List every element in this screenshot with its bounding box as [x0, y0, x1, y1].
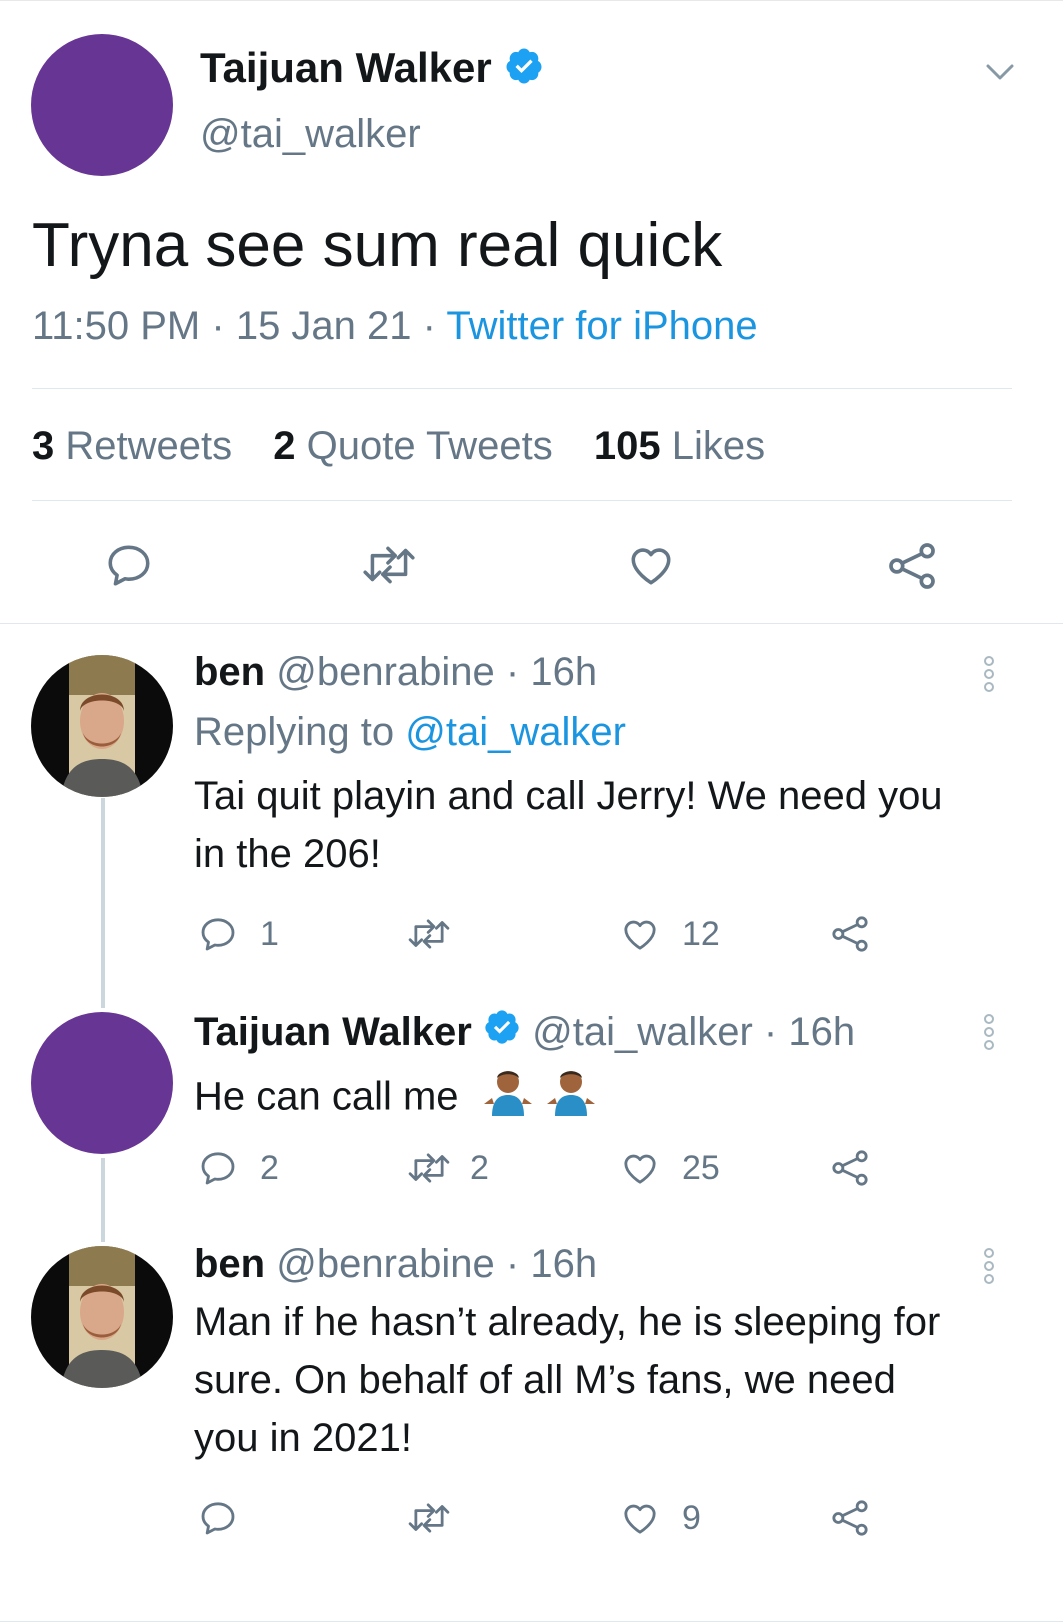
verified-badge-icon — [504, 46, 544, 91]
retweet-icon[interactable] — [406, 1498, 452, 1538]
retweet-icon[interactable] — [406, 1148, 452, 1188]
tweet-text: Tryna see sum real quick — [32, 211, 723, 280]
share-icon[interactable] — [830, 1498, 870, 1538]
reply-text-line: in the 206! — [194, 832, 381, 876]
reply-time[interactable]: · 16h — [506, 650, 597, 694]
tweet-time[interactable]: 11:50 PM — [32, 304, 200, 348]
retweets-stat[interactable]: 3 Retweets — [32, 424, 232, 468]
likes-count: 105 — [593, 424, 661, 468]
like-count: 12 — [682, 915, 720, 953]
shrug-emoji-icon — [545, 1066, 597, 1128]
user-photo — [61, 1246, 143, 1388]
retweets-count: 3 — [32, 424, 55, 468]
reply-time[interactable]: · 16h — [764, 1010, 855, 1054]
share-icon[interactable] — [830, 1148, 870, 1188]
quotes-label: Quote Tweets — [306, 424, 553, 468]
reply-text: He can call me — [194, 1066, 597, 1128]
like-icon[interactable] — [626, 540, 676, 590]
tweet-date[interactable]: 15 Jan 21 — [236, 304, 412, 348]
more-vertical-icon[interactable] — [984, 656, 998, 695]
tweet-source-link[interactable]: Twitter for iPhone — [446, 304, 757, 348]
likes-stat[interactable]: 105 Likes — [594, 424, 765, 468]
author-handle[interactable]: @benrabine — [276, 1242, 495, 1286]
reply-time[interactable]: · 16h — [506, 1242, 597, 1286]
share-icon[interactable] — [886, 540, 938, 592]
reply-header: Taijuan Walker @tai_walker · 16h — [194, 1008, 855, 1056]
reply-text-line: Tai quit playin and call Jerry! We need … — [194, 774, 943, 818]
share-icon[interactable] — [830, 914, 870, 954]
reply-icon[interactable] — [198, 1148, 238, 1188]
quotes-stat[interactable]: 2 Quote Tweets — [273, 424, 552, 468]
thread-connector — [101, 798, 105, 1008]
replying-to-handle[interactable]: @tai_walker — [405, 710, 626, 754]
likes-label: Likes — [671, 424, 766, 468]
chevron-down-icon[interactable] — [984, 56, 1016, 88]
author-handle[interactable]: @tai_walker — [532, 1010, 753, 1054]
avatar[interactable] — [31, 1012, 173, 1154]
meta-separator: · — [211, 304, 225, 348]
shrug-emoji-icon — [482, 1066, 534, 1128]
avatar[interactable] — [31, 34, 173, 176]
reply-header: ben @benrabine · 16h — [194, 1242, 597, 1287]
reply-icon[interactable] — [104, 540, 154, 590]
like-count: 25 — [682, 1149, 720, 1187]
reply-icon[interactable] — [198, 914, 238, 954]
replying-to: Replying to @tai_walker — [194, 710, 626, 755]
like-icon[interactable] — [620, 914, 660, 954]
like-count: 9 — [682, 1499, 701, 1537]
more-vertical-icon[interactable] — [984, 1248, 998, 1287]
author-name[interactable]: ben — [194, 650, 265, 694]
top-divider — [0, 0, 1063, 1]
like-icon[interactable] — [620, 1148, 660, 1188]
reply-count: 1 — [260, 915, 279, 953]
reply-count: 2 — [260, 1149, 279, 1187]
avatar[interactable] — [31, 1246, 173, 1388]
bottom-divider — [0, 1621, 1063, 1622]
tweet-meta: 11:50 PM · 15 Jan 21 · Twitter for iPhon… — [32, 304, 758, 349]
divider — [32, 500, 1012, 501]
user-photo — [61, 655, 143, 797]
author-name[interactable]: ben — [194, 1242, 265, 1286]
reply-text-line: you in 2021! — [194, 1416, 412, 1460]
more-vertical-icon[interactable] — [984, 1014, 998, 1053]
like-icon[interactable] — [620, 1498, 660, 1538]
replying-to-label: Replying to — [194, 710, 395, 754]
reply-icon[interactable] — [198, 1498, 238, 1538]
author-handle[interactable]: @tai_walker — [200, 112, 421, 157]
author-row: Taijuan Walker — [200, 44, 544, 104]
reply-header: ben @benrabine · 16h — [194, 650, 597, 695]
reply-text-line: He can call me — [194, 1074, 459, 1119]
retweets-label: Retweets — [65, 424, 233, 468]
divider — [32, 388, 1012, 389]
section-divider — [0, 623, 1063, 624]
thread-connector — [101, 1158, 105, 1242]
retweet-icon[interactable] — [360, 540, 418, 590]
retweet-icon[interactable] — [406, 914, 452, 954]
verified-badge-icon — [483, 1008, 521, 1056]
quotes-count: 2 — [273, 424, 296, 468]
author-handle[interactable]: @benrabine — [276, 650, 495, 694]
author-name[interactable]: Taijuan Walker — [194, 1010, 472, 1054]
reply-text-line: Man if he hasn’t already, he is sleeping… — [194, 1300, 941, 1344]
author-name[interactable]: Taijuan Walker — [200, 44, 492, 91]
meta-separator: · — [422, 304, 436, 348]
tweet-stats: 3 Retweets 2 Quote Tweets 105 Likes — [32, 424, 765, 469]
retweet-count: 2 — [470, 1149, 489, 1187]
reply-text-line: sure. On behalf of all M’s fans, we need — [194, 1358, 896, 1402]
avatar[interactable] — [31, 655, 173, 797]
